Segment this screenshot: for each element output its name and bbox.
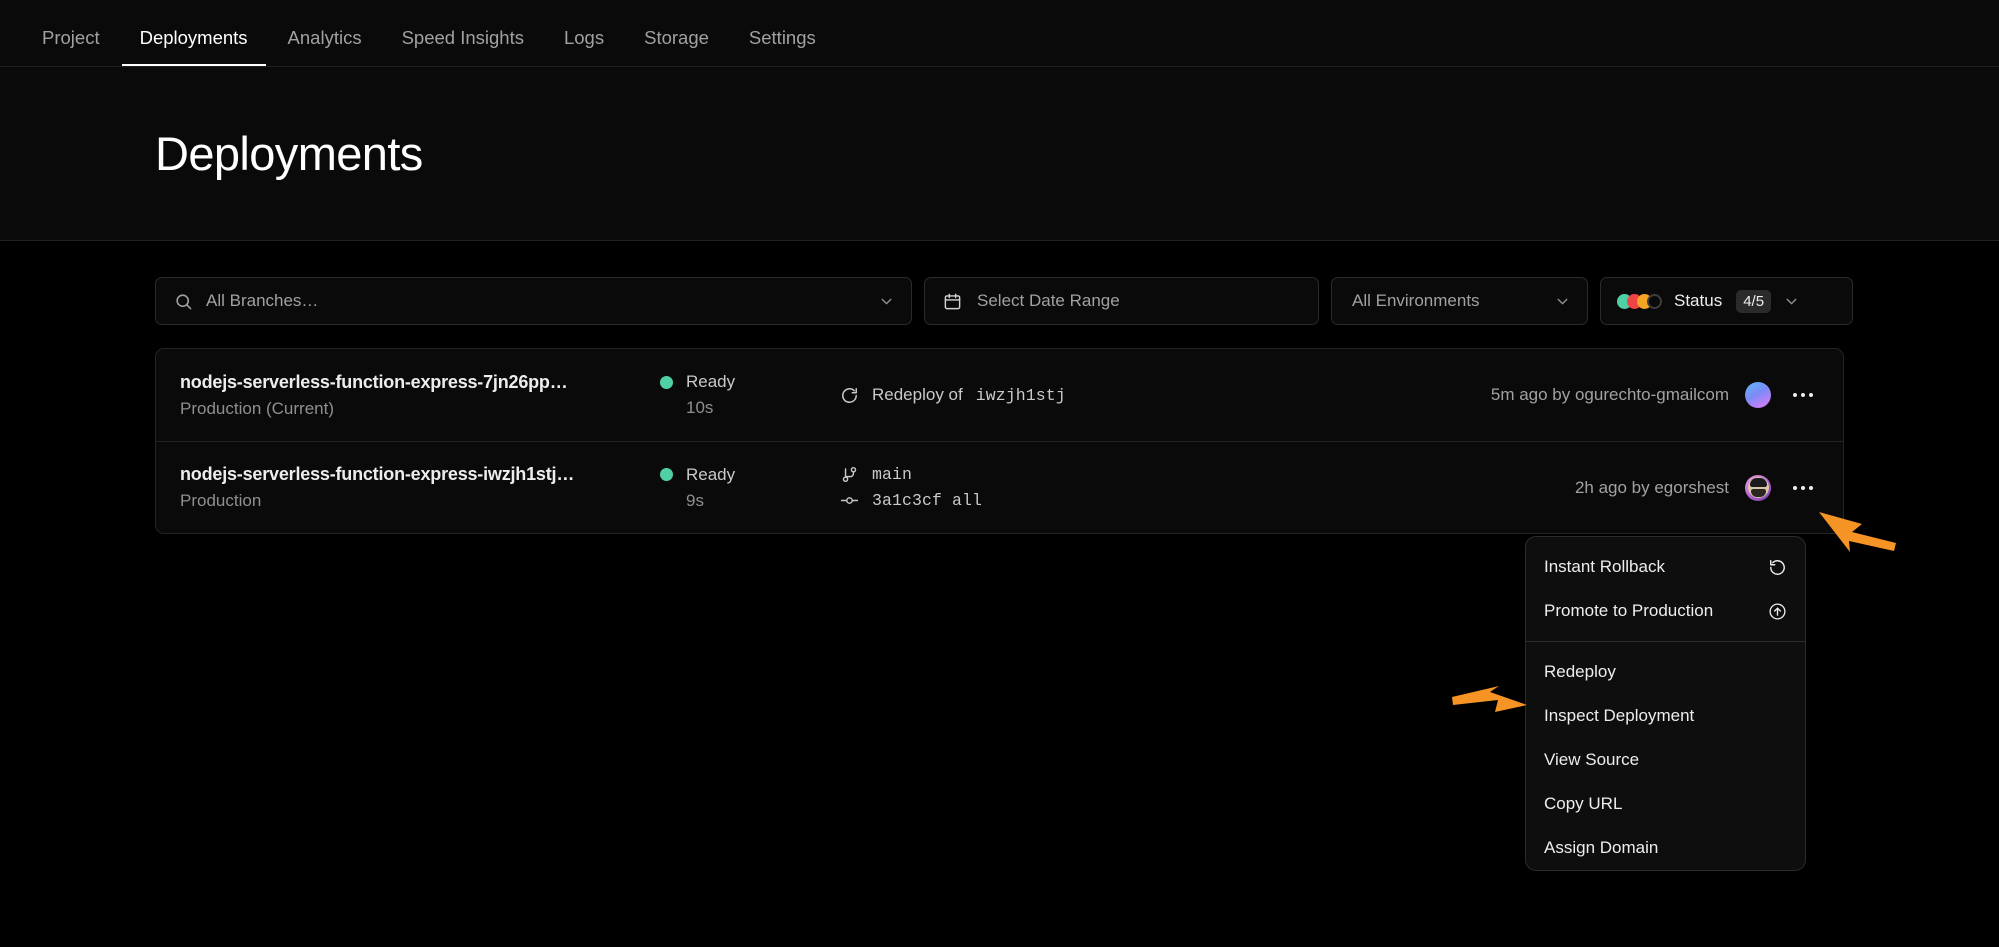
menu-divider bbox=[1526, 641, 1805, 642]
status-dot-canceled bbox=[1647, 294, 1662, 309]
chevron-down-icon bbox=[1783, 293, 1800, 310]
tab-logs[interactable]: Logs bbox=[544, 29, 624, 67]
deployment-name[interactable]: nodejs-serverless-function-express-iwzjh… bbox=[180, 464, 640, 485]
deployment-environment: Production (Current) bbox=[180, 399, 660, 419]
search-icon bbox=[174, 292, 193, 311]
menu-item-label: Copy URL bbox=[1544, 794, 1787, 814]
menu-item-copy-url[interactable]: Copy URL bbox=[1526, 782, 1805, 826]
status-filter-count-badge: 4/5 bbox=[1736, 290, 1771, 313]
table-row[interactable]: nodejs-serverless-function-express-iwzjh… bbox=[156, 441, 1843, 533]
redeploy-icon bbox=[840, 386, 859, 405]
date-range-filter[interactable]: Select Date Range bbox=[924, 277, 1319, 325]
tab-label: Logs bbox=[564, 27, 604, 48]
menu-item-label: Assign Domain bbox=[1544, 838, 1787, 858]
menu-item-label: Promote to Production bbox=[1544, 601, 1758, 621]
deployment-identity: nodejs-serverless-function-express-iwzjh… bbox=[180, 464, 660, 511]
git-branch-icon bbox=[840, 465, 859, 484]
deployment-status: Ready 10s bbox=[660, 372, 840, 418]
calendar-icon bbox=[943, 292, 962, 311]
tab-settings[interactable]: Settings bbox=[729, 29, 836, 67]
environment-filter[interactable]: All Environments bbox=[1331, 277, 1588, 325]
source-ref: iwzjh1stj bbox=[976, 386, 1066, 405]
menu-item-promote-to-production[interactable]: Promote to Production bbox=[1526, 589, 1805, 633]
deployment-source: Redeploy of iwzjh1stj bbox=[840, 385, 1491, 405]
tab-analytics[interactable]: Analytics bbox=[268, 29, 382, 67]
nav-tabs: Project Deployments Analytics Speed Insi… bbox=[22, 29, 836, 67]
deployment-status: Ready 9s bbox=[660, 465, 840, 511]
row-actions-menu: Instant Rollback Promote to Production R… bbox=[1525, 536, 1806, 871]
status-dot-ready bbox=[660, 468, 673, 481]
menu-item-view-source[interactable]: View Source bbox=[1526, 738, 1805, 782]
deployment-actions: 2h ago by egorshest bbox=[1575, 472, 1819, 504]
deployment-duration: 10s bbox=[686, 398, 840, 418]
menu-item-label: Inspect Deployment bbox=[1544, 706, 1787, 726]
branch-filter-label: All Branches… bbox=[206, 291, 865, 311]
tab-label: Analytics bbox=[288, 27, 362, 48]
deployment-actions: 5m ago by ogurechto-gmailcom bbox=[1491, 379, 1819, 411]
deployment-duration: 9s bbox=[686, 491, 840, 511]
rotate-ccw-icon bbox=[1768, 558, 1787, 577]
menu-item-label: Instant Rollback bbox=[1544, 557, 1758, 577]
status-filter[interactable]: Status 4/5 bbox=[1600, 277, 1853, 325]
status-label: Ready bbox=[686, 465, 735, 485]
tab-label: Deployments bbox=[140, 27, 248, 48]
menu-item-assign-domain[interactable]: Assign Domain bbox=[1526, 826, 1805, 870]
menu-item-inspect-deployment[interactable]: Inspect Deployment bbox=[1526, 694, 1805, 738]
branch-filter[interactable]: All Branches… bbox=[155, 277, 912, 325]
deployment-environment: Production bbox=[180, 491, 660, 511]
top-navigation: Project Deployments Analytics Speed Insi… bbox=[0, 0, 1999, 67]
source-branch: main bbox=[872, 465, 912, 484]
row-actions-kebab-button[interactable] bbox=[1787, 379, 1819, 411]
status-dot-ready bbox=[660, 376, 673, 389]
deployment-source: main 3a1c3cf all bbox=[840, 465, 1575, 510]
menu-item-label: View Source bbox=[1544, 750, 1787, 770]
deployments-list: nodejs-serverless-function-express-7jn26… bbox=[155, 348, 1844, 534]
menu-item-redeploy[interactable]: Redeploy bbox=[1526, 650, 1805, 694]
chevron-down-icon bbox=[1554, 293, 1571, 310]
tab-label: Speed Insights bbox=[402, 27, 524, 48]
tab-speed-insights[interactable]: Speed Insights bbox=[382, 29, 544, 67]
tab-deployments[interactable]: Deployments bbox=[120, 29, 268, 67]
page-header: Deployments bbox=[0, 67, 1999, 241]
date-range-filter-label: Select Date Range bbox=[977, 291, 1120, 311]
page-title: Deployments bbox=[155, 126, 423, 181]
menu-item-instant-rollback[interactable]: Instant Rollback bbox=[1526, 545, 1805, 589]
table-row[interactable]: nodejs-serverless-function-express-7jn26… bbox=[156, 349, 1843, 441]
source-prefix-label: Redeploy of bbox=[872, 385, 963, 405]
environment-filter-label: All Environments bbox=[1352, 291, 1554, 311]
deployment-name[interactable]: nodejs-serverless-function-express-7jn26… bbox=[180, 372, 640, 393]
tab-project[interactable]: Project bbox=[22, 29, 120, 67]
menu-item-label: Redeploy bbox=[1544, 662, 1787, 682]
source-commit: 3a1c3cf all bbox=[872, 491, 982, 510]
status-filter-label: Status bbox=[1674, 291, 1722, 311]
chevron-down-icon bbox=[878, 293, 895, 310]
avatar bbox=[1745, 382, 1771, 408]
git-commit-icon bbox=[840, 491, 859, 510]
deployment-identity: nodejs-serverless-function-express-7jn26… bbox=[180, 372, 660, 419]
deployment-timestamp: 2h ago by egorshest bbox=[1575, 478, 1729, 498]
tab-storage[interactable]: Storage bbox=[624, 29, 729, 67]
avatar bbox=[1745, 475, 1771, 501]
row-actions-kebab-button[interactable] bbox=[1787, 472, 1819, 504]
deployment-timestamp: 5m ago by ogurechto-gmailcom bbox=[1491, 385, 1729, 405]
tab-label: Settings bbox=[749, 27, 816, 48]
filter-bar: All Branches… Select Date Range All Envi… bbox=[155, 241, 1844, 325]
status-label: Ready bbox=[686, 372, 735, 392]
status-color-dots bbox=[1617, 294, 1662, 309]
tab-label: Storage bbox=[644, 27, 709, 48]
arrow-up-circle-icon bbox=[1768, 602, 1787, 621]
tab-label: Project bbox=[42, 27, 100, 48]
